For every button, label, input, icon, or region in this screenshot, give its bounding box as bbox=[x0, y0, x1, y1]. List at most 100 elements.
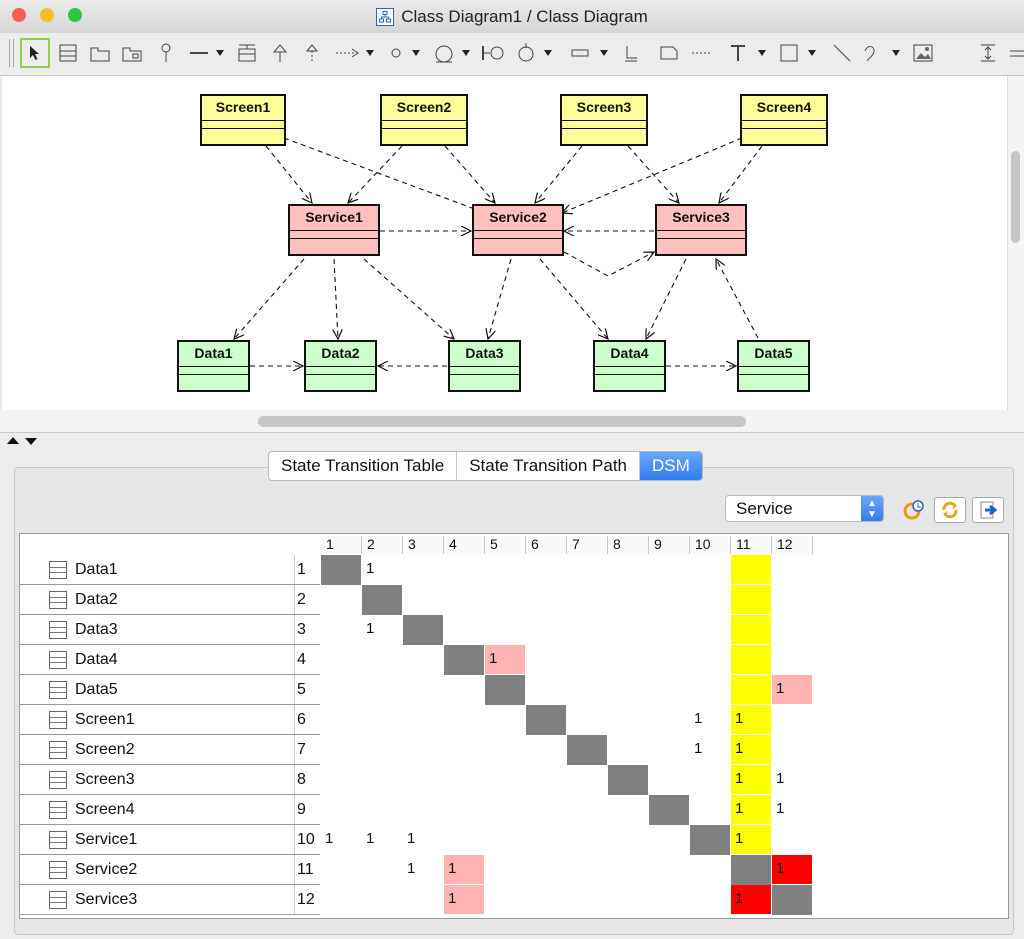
column-header: 11 bbox=[731, 536, 772, 554]
dsm-row-header[interactable]: Screen3 8 bbox=[20, 765, 320, 795]
dsm-cell[interactable]: 1 bbox=[772, 765, 812, 795]
line-icon[interactable] bbox=[830, 38, 854, 68]
interface-icon[interactable] bbox=[156, 38, 176, 68]
note-icon[interactable] bbox=[656, 38, 682, 68]
tab-dsm[interactable]: DSM bbox=[640, 452, 702, 480]
class-data5[interactable]: Data5 bbox=[737, 340, 810, 392]
dsm-cell[interactable]: 1 bbox=[731, 795, 771, 825]
dsm-row-header[interactable]: Data3 3 bbox=[20, 615, 320, 645]
column-header: 5 bbox=[485, 536, 526, 554]
class-data4[interactable]: Data4 bbox=[593, 340, 666, 392]
dsm-cell[interactable]: 1 bbox=[772, 675, 812, 705]
row-number: 6 bbox=[294, 705, 323, 734]
class-name: Data2 bbox=[306, 342, 375, 367]
diagram-canvas[interactable]: Screen1 Screen2 Screen3 Screen4 Service1… bbox=[2, 76, 1007, 410]
dsm-cell[interactable]: 1 bbox=[731, 705, 771, 735]
refresh-icon[interactable] bbox=[934, 497, 966, 523]
class-data1[interactable]: Data1 bbox=[177, 340, 250, 392]
usage-icon[interactable] bbox=[384, 38, 428, 68]
dsm-cell[interactable]: 1 bbox=[362, 615, 402, 645]
dsm-cell[interactable] bbox=[731, 585, 771, 615]
dsm-row-header[interactable]: Service2 11 bbox=[20, 855, 320, 885]
dsm-row-header[interactable]: Data2 2 bbox=[20, 585, 320, 615]
row-number: 11 bbox=[294, 855, 323, 884]
dsm-cell[interactable] bbox=[731, 675, 771, 705]
diagonal-cell bbox=[362, 585, 402, 615]
partition-icon[interactable] bbox=[899, 497, 927, 523]
subsystem-icon[interactable] bbox=[120, 38, 146, 68]
dsm-cell[interactable]: 1 bbox=[772, 855, 812, 885]
class-data2[interactable]: Data2 bbox=[304, 340, 377, 392]
assembly-icon[interactable] bbox=[512, 38, 560, 68]
provided-interface-icon[interactable] bbox=[432, 38, 476, 68]
vertical-scroll-thumb[interactable] bbox=[1011, 151, 1020, 243]
class-icon[interactable] bbox=[56, 38, 80, 68]
class-name: Data4 bbox=[595, 342, 664, 367]
class-screen1[interactable]: Screen1 bbox=[200, 94, 286, 146]
dsm-cell[interactable]: 1 bbox=[444, 885, 484, 915]
select-tool-icon[interactable] bbox=[20, 38, 50, 68]
dsm-row-header[interactable]: Screen2 7 bbox=[20, 735, 320, 765]
attribute-compartment bbox=[562, 121, 646, 129]
dsm-cell[interactable]: 1 bbox=[731, 765, 771, 795]
class-screen3[interactable]: Screen3 bbox=[560, 94, 648, 146]
dsm-row-header[interactable]: Data4 4 bbox=[20, 645, 320, 675]
dsm-cell[interactable]: 1 bbox=[690, 705, 730, 735]
horizontal-spacing-icon[interactable] bbox=[1008, 38, 1024, 68]
tab-state-transition-path[interactable]: State Transition Path bbox=[457, 452, 641, 480]
dsm-matrix[interactable]: 1 2 3 4 5 6 7 8 9 10 11 12 Data1 1 Data2 2 Data3 3 Data4 4 D… bbox=[19, 533, 1009, 919]
class-service2[interactable]: Service2 bbox=[472, 204, 564, 256]
dsm-row-header[interactable]: Service1 10 bbox=[20, 825, 320, 855]
vertical-spacing-icon[interactable] bbox=[976, 38, 1000, 68]
freehand-icon[interactable] bbox=[862, 38, 908, 68]
dsm-cell[interactable]: 1 bbox=[731, 885, 771, 915]
export-icon[interactable] bbox=[972, 497, 1004, 523]
diagonal-cell bbox=[321, 555, 361, 585]
class-screen4[interactable]: Screen4 bbox=[740, 94, 828, 146]
generalization-icon[interactable] bbox=[268, 38, 292, 68]
dsm-cell[interactable]: 1 bbox=[772, 795, 812, 825]
filter-select[interactable]: Service ▲ ▼ bbox=[725, 495, 884, 522]
dsm-row-header[interactable]: Screen4 9 bbox=[20, 795, 320, 825]
dsm-cell[interactable] bbox=[731, 645, 771, 675]
dsm-row-header[interactable]: Screen1 6 bbox=[20, 705, 320, 735]
dsm-row-header[interactable]: Data5 5 bbox=[20, 675, 320, 705]
class-screen2[interactable]: Screen2 bbox=[380, 94, 468, 146]
dsm-cell[interactable]: 1 bbox=[485, 645, 525, 675]
package-icon[interactable] bbox=[88, 38, 112, 68]
dsm-cell[interactable]: 1 bbox=[403, 825, 443, 855]
image-icon[interactable] bbox=[910, 38, 936, 68]
tab-state-transition-table[interactable]: State Transition Table bbox=[269, 452, 458, 480]
association-class-icon[interactable] bbox=[234, 38, 260, 68]
class-service1[interactable]: Service1 bbox=[288, 204, 380, 256]
dsm-cell[interactable]: 1 bbox=[731, 735, 771, 765]
dsm-cell[interactable]: 1 bbox=[403, 855, 443, 885]
horizontal-scroll-thumb[interactable] bbox=[258, 416, 746, 427]
note-anchor-icon[interactable] bbox=[688, 38, 714, 68]
dependency-icon[interactable] bbox=[332, 38, 380, 68]
diagram-vertical-scrollbar[interactable] bbox=[1007, 76, 1024, 410]
text-icon[interactable] bbox=[728, 38, 774, 68]
class-row-icon bbox=[49, 681, 67, 699]
attribute-compartment bbox=[595, 367, 664, 375]
dsm-cell[interactable]: 1 bbox=[321, 825, 361, 855]
realization-icon[interactable] bbox=[300, 38, 324, 68]
dsm-cell[interactable] bbox=[731, 615, 771, 645]
column-header: 4 bbox=[444, 536, 485, 554]
anchor-icon[interactable] bbox=[620, 38, 642, 68]
attribute-icon[interactable] bbox=[568, 38, 616, 68]
dsm-row-header[interactable]: Service3 12 bbox=[20, 885, 320, 915]
dsm-cell[interactable] bbox=[731, 555, 771, 585]
class-data3[interactable]: Data3 bbox=[448, 340, 521, 392]
dsm-cell[interactable]: 1 bbox=[444, 855, 484, 885]
association-line-icon[interactable] bbox=[186, 38, 226, 68]
dsm-cell[interactable]: 1 bbox=[731, 825, 771, 855]
class-service3[interactable]: Service3 bbox=[655, 204, 747, 256]
rectangle-icon[interactable] bbox=[778, 38, 824, 68]
dsm-row-header[interactable]: Data1 1 bbox=[20, 555, 320, 585]
dsm-cell[interactable]: 1 bbox=[690, 735, 730, 765]
dsm-cell[interactable]: 1 bbox=[362, 555, 402, 585]
required-interface-icon[interactable] bbox=[480, 38, 506, 68]
dsm-cell[interactable]: 1 bbox=[362, 825, 402, 855]
split-pane-arrows-icon[interactable] bbox=[5, 433, 39, 451]
